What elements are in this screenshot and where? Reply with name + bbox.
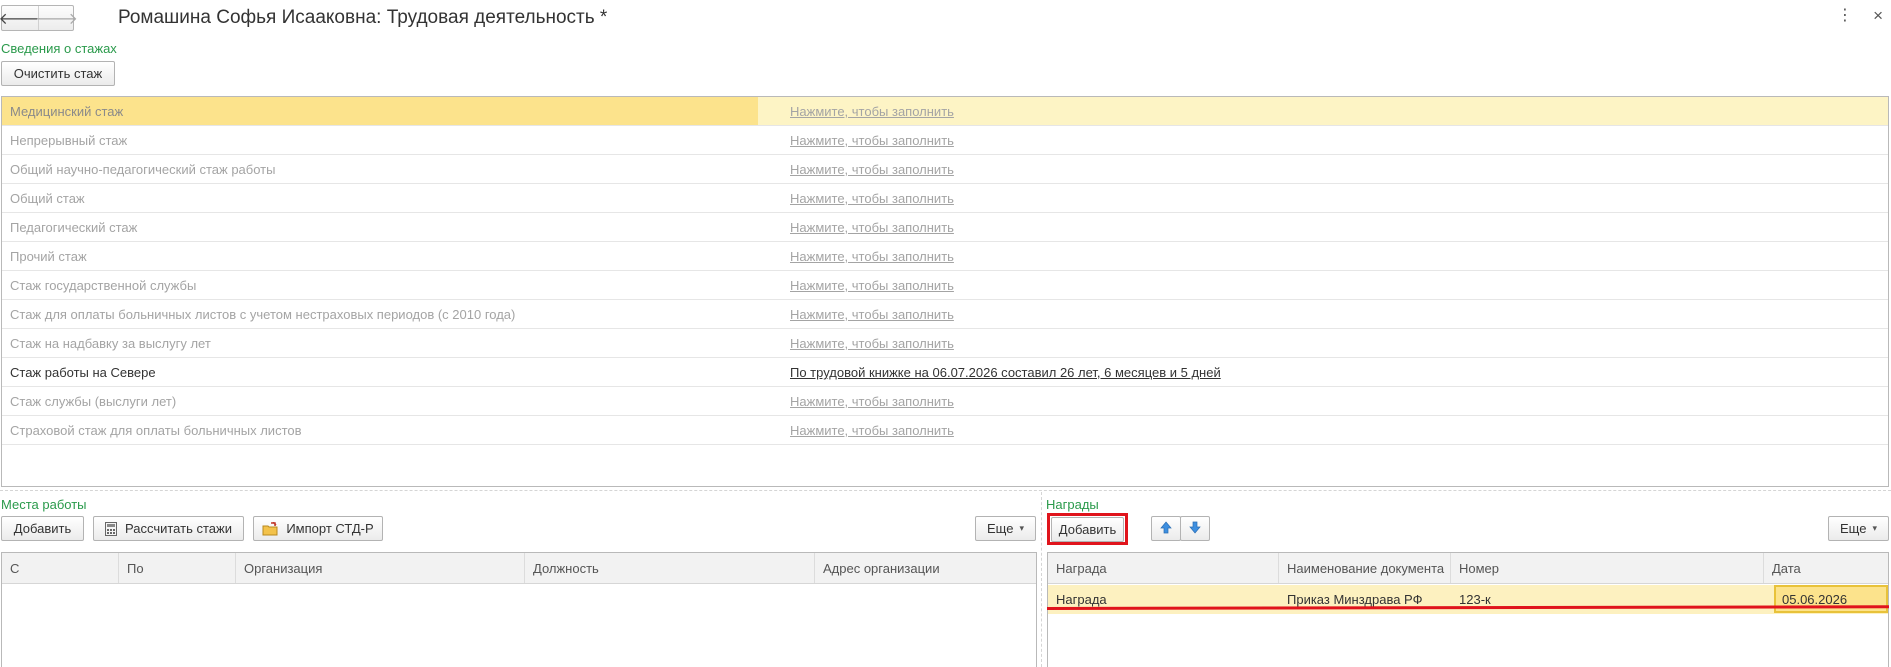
awards-more-button[interactable]: Еще ▾ xyxy=(1828,516,1889,541)
calculator-icon xyxy=(105,521,118,536)
stazh-row-value-link[interactable]: Нажмите, чтобы заполнить xyxy=(790,104,954,119)
calculate-stazh-button[interactable]: Рассчитать стажи xyxy=(93,516,244,541)
stazh-row[interactable]: Стаж на надбавку за выслугу лет Нажмите,… xyxy=(2,329,1888,358)
move-down-button[interactable] xyxy=(1180,516,1210,541)
close-icon[interactable]: × xyxy=(1873,6,1883,26)
stazh-row-value-link[interactable]: Нажмите, чтобы заполнить xyxy=(790,162,954,177)
arrow-up-icon xyxy=(1160,520,1172,537)
stazh-row-name: Стаж службы (выслуги лет) xyxy=(10,394,177,409)
vertical-splitter[interactable] xyxy=(1041,492,1042,667)
stazh-row[interactable]: Общий научно-педагогический стаж работы … xyxy=(2,155,1888,184)
import-std-label: Импорт СТД-Р xyxy=(286,521,374,536)
stazh-row-value-link[interactable]: Нажмите, чтобы заполнить xyxy=(790,423,954,438)
stazh-row-name: Стаж работы на Севере xyxy=(10,365,156,380)
stazh-row[interactable]: Стаж работы на Севере По трудовой книжке… xyxy=(2,358,1888,387)
stazh-row[interactable]: Прочий стаж Нажмите, чтобы заполнить xyxy=(2,242,1888,271)
date-cell[interactable]: 05.06.2026 xyxy=(1774,585,1888,613)
stazh-row-name: Педагогический стаж xyxy=(10,220,138,235)
stazh-row-name: Прочий стаж xyxy=(10,249,87,264)
title-bar: 🡐 🡒 Ромашина Софья Исааковна: Трудовая д… xyxy=(0,0,1891,36)
move-up-button[interactable] xyxy=(1151,516,1181,541)
highlight-frame xyxy=(1047,513,1128,545)
arrow-down-icon xyxy=(1189,521,1201,537)
column-header-date[interactable]: Дата xyxy=(1764,553,1888,583)
stazh-group-title: Сведения о стажах xyxy=(1,41,117,56)
import-std-button[interactable]: Импорт СТД-Р xyxy=(253,516,383,541)
column-header-from[interactable]: С xyxy=(2,553,119,583)
stazh-row-value-link[interactable]: Нажмите, чтобы заполнить xyxy=(790,249,954,264)
back-arrow-icon[interactable]: 🡐 xyxy=(0,6,41,30)
stazh-row-value-link[interactable]: Нажмите, чтобы заполнить xyxy=(790,278,954,293)
dropdown-caret-icon: ▾ xyxy=(1872,523,1877,533)
calculate-stazh-label: Рассчитать стажи xyxy=(125,521,232,536)
stazh-row[interactable]: Страховой стаж для оплаты больничных лис… xyxy=(2,416,1888,445)
column-header-document-name[interactable]: Наименование документа xyxy=(1279,553,1451,583)
column-header-org-address[interactable]: Адрес организации xyxy=(815,553,1036,583)
column-header-position[interactable]: Должность xyxy=(525,553,815,583)
awards-table-header: Награда Наименование документа Номер Дат… xyxy=(1048,553,1888,584)
stazh-row-value-link[interactable]: Нажмите, чтобы заполнить xyxy=(790,220,954,235)
stazh-row-name: Медицинский стаж xyxy=(10,104,124,119)
column-header-number[interactable]: Номер xyxy=(1451,553,1764,583)
navigation-buttons: 🡐 🡒 xyxy=(0,5,78,31)
workplaces-more-label: Еще xyxy=(987,521,1014,536)
stazh-row-value-link[interactable]: Нажмите, чтобы заполнить xyxy=(790,307,954,322)
stazh-row-name: Стаж на надбавку за выслугу лет xyxy=(10,336,211,351)
stazh-row[interactable]: Стаж для оплаты больничных листов с учет… xyxy=(2,300,1888,329)
stazh-row-name: Стаж для оплаты больничных листов с учет… xyxy=(10,307,516,322)
workplaces-table-header: С По Организация Должность Адрес организ… xyxy=(2,553,1036,584)
workplaces-table: С По Организация Должность Адрес организ… xyxy=(1,552,1037,667)
stazh-row[interactable]: Стаж государственной службы Нажмите, что… xyxy=(2,271,1888,300)
stazh-row-name: Общий научно-педагогический стаж работы xyxy=(10,162,276,177)
stazh-row-value-link[interactable]: Нажмите, чтобы заполнить xyxy=(790,394,954,409)
stazh-row[interactable]: Медицинский стаж Нажмите, чтобы заполнит… xyxy=(2,97,1888,126)
page-title: Ромашина Софья Исааковна: Трудовая деяте… xyxy=(118,7,608,28)
add-workplace-button[interactable]: Добавить xyxy=(1,516,84,541)
stazh-row[interactable]: Стаж службы (выслуги лет) Нажмите, чтобы… xyxy=(2,387,1888,416)
column-header-to[interactable]: По xyxy=(119,553,236,583)
clear-stazh-button[interactable]: Очистить стаж xyxy=(1,61,115,86)
more-actions-icon[interactable]: ⋮ xyxy=(1837,8,1853,24)
stazh-row[interactable]: Общий стаж Нажмите, чтобы заполнить xyxy=(2,184,1888,213)
stazh-row-name: Непрерывный стаж xyxy=(10,133,128,148)
stazh-table: Медицинский стаж Нажмите, чтобы заполнит… xyxy=(1,96,1889,487)
import-folder-icon xyxy=(262,521,278,536)
awards-more-label: Еще xyxy=(1840,521,1867,536)
awards-group-title: Награды xyxy=(1046,497,1099,512)
stazh-row-value-link[interactable]: По трудовой книжке на 06.07.2026 состави… xyxy=(790,365,1221,380)
horizontal-splitter[interactable] xyxy=(0,490,1891,491)
column-header-award[interactable]: Награда xyxy=(1048,553,1279,583)
stazh-row-value-link[interactable]: Нажмите, чтобы заполнить xyxy=(790,336,954,351)
stazh-row-name: Стаж государственной службы xyxy=(10,278,197,293)
dropdown-caret-icon: ▾ xyxy=(1019,523,1024,533)
stazh-row[interactable]: Педагогический стаж Нажмите, чтобы запол… xyxy=(2,213,1888,242)
column-header-organization[interactable]: Организация xyxy=(236,553,525,583)
stazh-row-name: Страховой стаж для оплаты больничных лис… xyxy=(10,423,302,438)
workplaces-group-title: Места работы xyxy=(1,497,87,512)
stazh-row-value-link[interactable]: Нажмите, чтобы заполнить xyxy=(790,133,954,148)
stazh-row-value-link[interactable]: Нажмите, чтобы заполнить xyxy=(790,191,954,206)
stazh-row[interactable]: Непрерывный стаж Нажмите, чтобы заполнит… xyxy=(2,126,1888,155)
workplaces-more-button[interactable]: Еще ▾ xyxy=(975,516,1036,541)
stazh-row-name: Общий стаж xyxy=(10,191,85,206)
forward-arrow-icon[interactable]: 🡒 xyxy=(35,6,78,30)
